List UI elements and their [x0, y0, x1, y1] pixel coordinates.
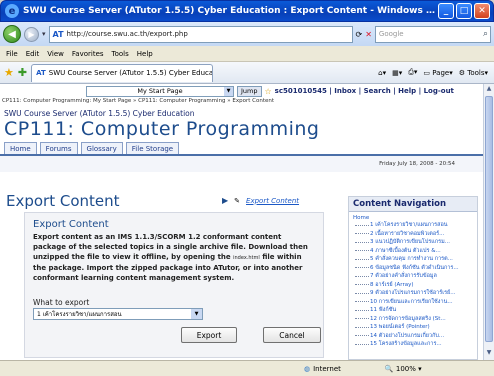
cancel-button[interactable]: Cancel — [263, 327, 321, 343]
page-content: My Start Page ▼ Jump ☆ sc501010545 | Inb… — [0, 84, 483, 360]
user-links[interactable]: sc501010545 | Inbox | Search | Help | Lo… — [275, 87, 454, 95]
forward-arrow-icon[interactable]: ▶ — [24, 26, 39, 42]
nav-item[interactable]: 2 เนื้อหารายวิชาคอมพิวเตอร์... — [349, 230, 477, 239]
nav-item[interactable]: 10 การเขียนและการเรียกใช้งาน... — [349, 298, 477, 307]
nav-item[interactable]: 8 อาร์เรย์ (Array) — [349, 281, 477, 290]
menu-view[interactable]: View — [47, 50, 64, 58]
address-toolbar: ◀ ▶ ▾ AT http://course.swu.ac.th/export.… — [0, 22, 494, 46]
menu-bar: File Edit View Favorites Tools Help — [0, 46, 494, 62]
globe-icon: ◍ — [304, 364, 311, 373]
tools-menu[interactable]: ⚙ Tools▾ — [459, 69, 488, 77]
close-button[interactable]: ✕ — [474, 3, 490, 19]
scroll-down-icon[interactable]: ▼ — [485, 349, 493, 359]
my-start-page-select[interactable]: My Start Page ▼ — [86, 85, 234, 97]
nav-item[interactable]: 1 เค้าโครงรายวิชา/แผนการสอน — [349, 221, 477, 230]
history-dropdown-icon[interactable]: ▾ — [42, 30, 46, 38]
maximize-button[interactable]: □ — [456, 3, 472, 19]
window-title: SWU Course Server (ATutor 1.5.5) Cyber E… — [23, 6, 438, 16]
menu-tools[interactable]: Tools — [112, 50, 129, 58]
what-to-export-label: What to export — [33, 298, 90, 307]
nav-item[interactable]: 13 พอยน์เตอร์ (Pointer) — [349, 323, 477, 332]
menu-favorites[interactable]: Favorites — [72, 50, 104, 58]
page-icon: AT — [36, 69, 46, 77]
chevron-down-icon: ▼ — [191, 309, 202, 319]
nav-list: 1 เค้าโครงรายวิชา/แผนการสอน 2 เนื้อหาราย… — [349, 221, 477, 349]
user-icon: ☆ — [264, 86, 272, 96]
status-bar: ◍ Internet 🔍 100% ▾ — [0, 360, 494, 376]
nav-item[interactable]: 12 การจัดการข้อมูลสตริง (St... — [349, 315, 477, 324]
date-text: Friday July 18, 2008 - 20:54 — [0, 156, 483, 172]
tab-glossary[interactable]: Glossary — [80, 142, 123, 154]
search-placeholder: Google — [378, 30, 404, 38]
tab-file-storage[interactable]: File Storage — [125, 142, 180, 154]
what-to-export-select[interactable]: 1 เค้าโครงรายวิชา/แผนการสอน ▼ — [33, 308, 203, 320]
page-menu[interactable]: ▭ Page▾ — [423, 69, 452, 77]
minimize-button[interactable]: _ — [438, 3, 454, 19]
favorites-star-icon[interactable]: ★ — [4, 66, 14, 79]
menu-help[interactable]: Help — [137, 50, 153, 58]
scrollbar-thumb[interactable] — [485, 96, 493, 342]
scroll-up-icon[interactable]: ▲ — [485, 85, 493, 95]
export-description: Export content as an IMS 1.1.3/SCORM 1.2… — [33, 233, 308, 282]
address-url: http://course.swu.ac.th/export.php — [66, 30, 188, 38]
panel-title: Export Content — [33, 219, 109, 230]
breadcrumb[interactable]: CP111: Computer Programming: My Start Pa… — [0, 98, 483, 106]
search-input[interactable]: Google ⌕ — [374, 25, 491, 43]
nav-item[interactable]: 15 โครงสร้างข้อมูลและการ... — [349, 340, 477, 349]
home-icon[interactable]: ⌂▾ — [378, 69, 386, 77]
nav-item[interactable]: 14 ตัวอย่างโปรแกรมเกี่ยวกับ... — [349, 332, 477, 341]
window-title-bar[interactable]: e SWU Course Server (ATutor 1.5.5) Cyber… — [0, 0, 494, 22]
zone-label: Internet — [313, 364, 341, 373]
back-arrow-icon[interactable]: ◀ — [3, 25, 21, 43]
nav-item[interactable]: 6 ข้อมูลชนิด ฟังก์ชัน ตัวดำเนินการ... — [349, 264, 477, 273]
search-icon[interactable]: ⌕ — [483, 29, 488, 39]
tab-forums[interactable]: Forums — [39, 142, 78, 154]
jump-button[interactable]: Jump — [237, 85, 262, 97]
feeds-icon[interactable]: ▦▾ — [392, 69, 402, 77]
export-panel: Export Content Export content as an IMS … — [24, 212, 324, 358]
nav-item[interactable]: 3 แนวปฏิบัติการเขียนโปรแกรม... — [349, 238, 477, 247]
print-icon[interactable]: ⎙▾ — [408, 68, 417, 77]
course-title: CP111: Computer Programming — [4, 118, 320, 140]
content-navigation-title: Content Navigation — [349, 197, 477, 212]
refresh-icon[interactable]: ⟳ — [356, 30, 363, 39]
user-strip: My Start Page ▼ Jump ☆ sc501010545 | Inb… — [0, 84, 483, 98]
export-icon: ✎ — [234, 196, 241, 205]
nav-item[interactable]: 11 ฟังก์ชัน — [349, 306, 477, 315]
vertical-scrollbar[interactable]: ▲ ▼ — [483, 84, 494, 360]
tab-current[interactable]: AT SWU Course Server (ATutor 1.5.5) Cybe… — [31, 63, 214, 82]
chevron-down-icon: ▼ — [224, 86, 233, 96]
nav-item[interactable]: 5 คำสั่งควบคุม การทำงาน การต... — [349, 255, 477, 264]
content-navigation: Content Navigation Home 1 เค้าโครงรายวิช… — [348, 196, 478, 360]
play-arrow-icon[interactable]: ▶ — [222, 196, 228, 205]
tab-bar: ★ ✚ AT SWU Course Server (ATutor 1.5.5) … — [0, 62, 494, 84]
site-title: SWU Course Server (ATutor 1.5.5) Cyber E… — [4, 109, 195, 118]
menu-file[interactable]: File — [6, 50, 18, 58]
tab-title: SWU Course Server (ATutor 1.5.5) Cyber E… — [48, 69, 214, 77]
stop-icon[interactable]: ✕ — [365, 30, 372, 39]
security-zone: ◍ Internet — [304, 365, 341, 373]
zoom-level[interactable]: 🔍 100% ▾ — [385, 365, 422, 373]
export-content-link[interactable]: Export Content — [246, 197, 299, 205]
page-icon: AT — [52, 29, 64, 39]
menu-edit[interactable]: Edit — [26, 50, 40, 58]
nav-item[interactable]: 7 ตัวอย่างคำสั่งการรับข้อมูล — [349, 272, 477, 281]
tab-home[interactable]: Home — [4, 142, 37, 154]
course-tabs: Home Forums Glossary File Storage — [0, 142, 483, 156]
address-field[interactable]: AT http://course.swu.ac.th/export.php — [48, 25, 353, 43]
export-button[interactable]: Export — [181, 327, 237, 343]
ie-logo-icon: e — [5, 4, 19, 18]
page-heading: Export Content — [6, 192, 120, 210]
nav-item[interactable]: 4 ภาษาซีเบื้องต้น ตัวแปร &... — [349, 247, 477, 256]
nav-item[interactable]: 9 ตัวอย่างโปรแกรมการใช้อาร์เรย์... — [349, 289, 477, 298]
add-favorite-icon[interactable]: ✚ — [18, 66, 27, 79]
